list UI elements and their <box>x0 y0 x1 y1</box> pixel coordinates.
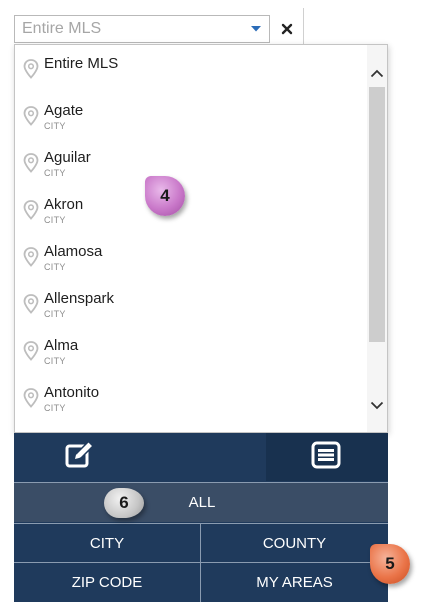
filter-my-areas-label: MY AREAS <box>256 574 333 591</box>
callout-badge: 5 <box>370 544 410 584</box>
draw-area-button[interactable] <box>14 433 266 481</box>
chevron-up-icon[interactable] <box>367 63 387 83</box>
list-item-name: Alma <box>44 337 79 354</box>
list-item[interactable]: Entire MLS <box>15 47 367 94</box>
list-item-type: CITY <box>44 309 66 319</box>
chevron-down-icon[interactable] <box>243 16 269 42</box>
scrollbar[interactable] <box>367 45 387 432</box>
list-item-type: CITY <box>44 262 66 272</box>
area-dropdown[interactable]: Entire MLS Agate CITY Aguilar CITY Akron… <box>14 44 388 433</box>
filter-county-button[interactable]: COUNTY <box>201 523 388 562</box>
list-item[interactable]: Alamosa CITY <box>15 235 367 282</box>
list-item[interactable]: Antonito CITY <box>15 376 367 423</box>
list-item[interactable]: Allenspark CITY <box>15 282 367 329</box>
map-pin-icon <box>23 200 39 220</box>
map-pin-icon <box>23 294 39 314</box>
callout-badge: 6 <box>104 488 144 518</box>
chevron-down-icon[interactable] <box>367 395 387 415</box>
callout-badge: 4 <box>145 176 185 216</box>
pencil-square-icon <box>65 439 95 474</box>
list-icon <box>311 441 341 474</box>
list-item-name: Allenspark <box>44 290 115 307</box>
filter-all-button[interactable]: ALL <box>14 482 388 522</box>
list-item-name: Antonito <box>44 384 100 401</box>
list-item-type: CITY <box>44 215 66 225</box>
area-select-value: Entire MLS <box>22 20 102 37</box>
list-item-name: Akron <box>44 196 84 213</box>
list-item-type: CITY <box>44 403 66 413</box>
list-item[interactable]: Akron CITY <box>15 188 367 235</box>
filter-zip-label: ZIP CODE <box>71 574 143 591</box>
map-pin-icon <box>23 341 39 361</box>
filter-my-areas-button[interactable]: MY AREAS <box>201 562 388 602</box>
list-item[interactable]: Alma CITY <box>15 329 367 376</box>
map-pin-icon <box>23 153 39 173</box>
list-view-button[interactable] <box>266 433 388 481</box>
list-item-type: CITY <box>44 121 66 131</box>
map-pin-icon <box>23 247 39 267</box>
filter-city-label: CITY <box>89 534 125 552</box>
list-item-name: Aguilar <box>44 149 91 166</box>
area-select[interactable]: Entire MLS <box>14 15 270 43</box>
area-selector-panel: Entire MLS Entire MLS Agate CITY Aguilar… <box>0 0 422 602</box>
area-list[interactable]: Entire MLS Agate CITY Aguilar CITY Akron… <box>15 45 367 432</box>
clear-icon[interactable] <box>272 15 302 43</box>
list-item-name: Entire MLS <box>44 55 119 72</box>
filter-toolbar: ALL CITY COUNTY ZIP CODE MY AREAS <box>14 433 388 602</box>
map-pin-icon <box>23 59 39 79</box>
list-item-type: CITY <box>44 356 66 366</box>
list-item-type: CITY <box>44 168 66 178</box>
list-item[interactable]: Agate CITY <box>15 94 367 141</box>
divider <box>303 8 304 44</box>
filter-city-button[interactable]: CITY <box>14 523 201 562</box>
scrollbar-thumb[interactable] <box>369 87 385 342</box>
map-pin-icon <box>23 388 39 408</box>
list-item[interactable]: Aguilar CITY <box>15 141 367 188</box>
list-item-name: Alamosa <box>44 243 103 260</box>
list-item-name: Agate <box>44 102 84 119</box>
map-pin-icon <box>23 106 39 126</box>
filter-all-label: ALL <box>188 494 216 511</box>
filter-zip-button[interactable]: ZIP CODE <box>14 562 201 602</box>
filter-county-label: COUNTY <box>262 534 327 552</box>
